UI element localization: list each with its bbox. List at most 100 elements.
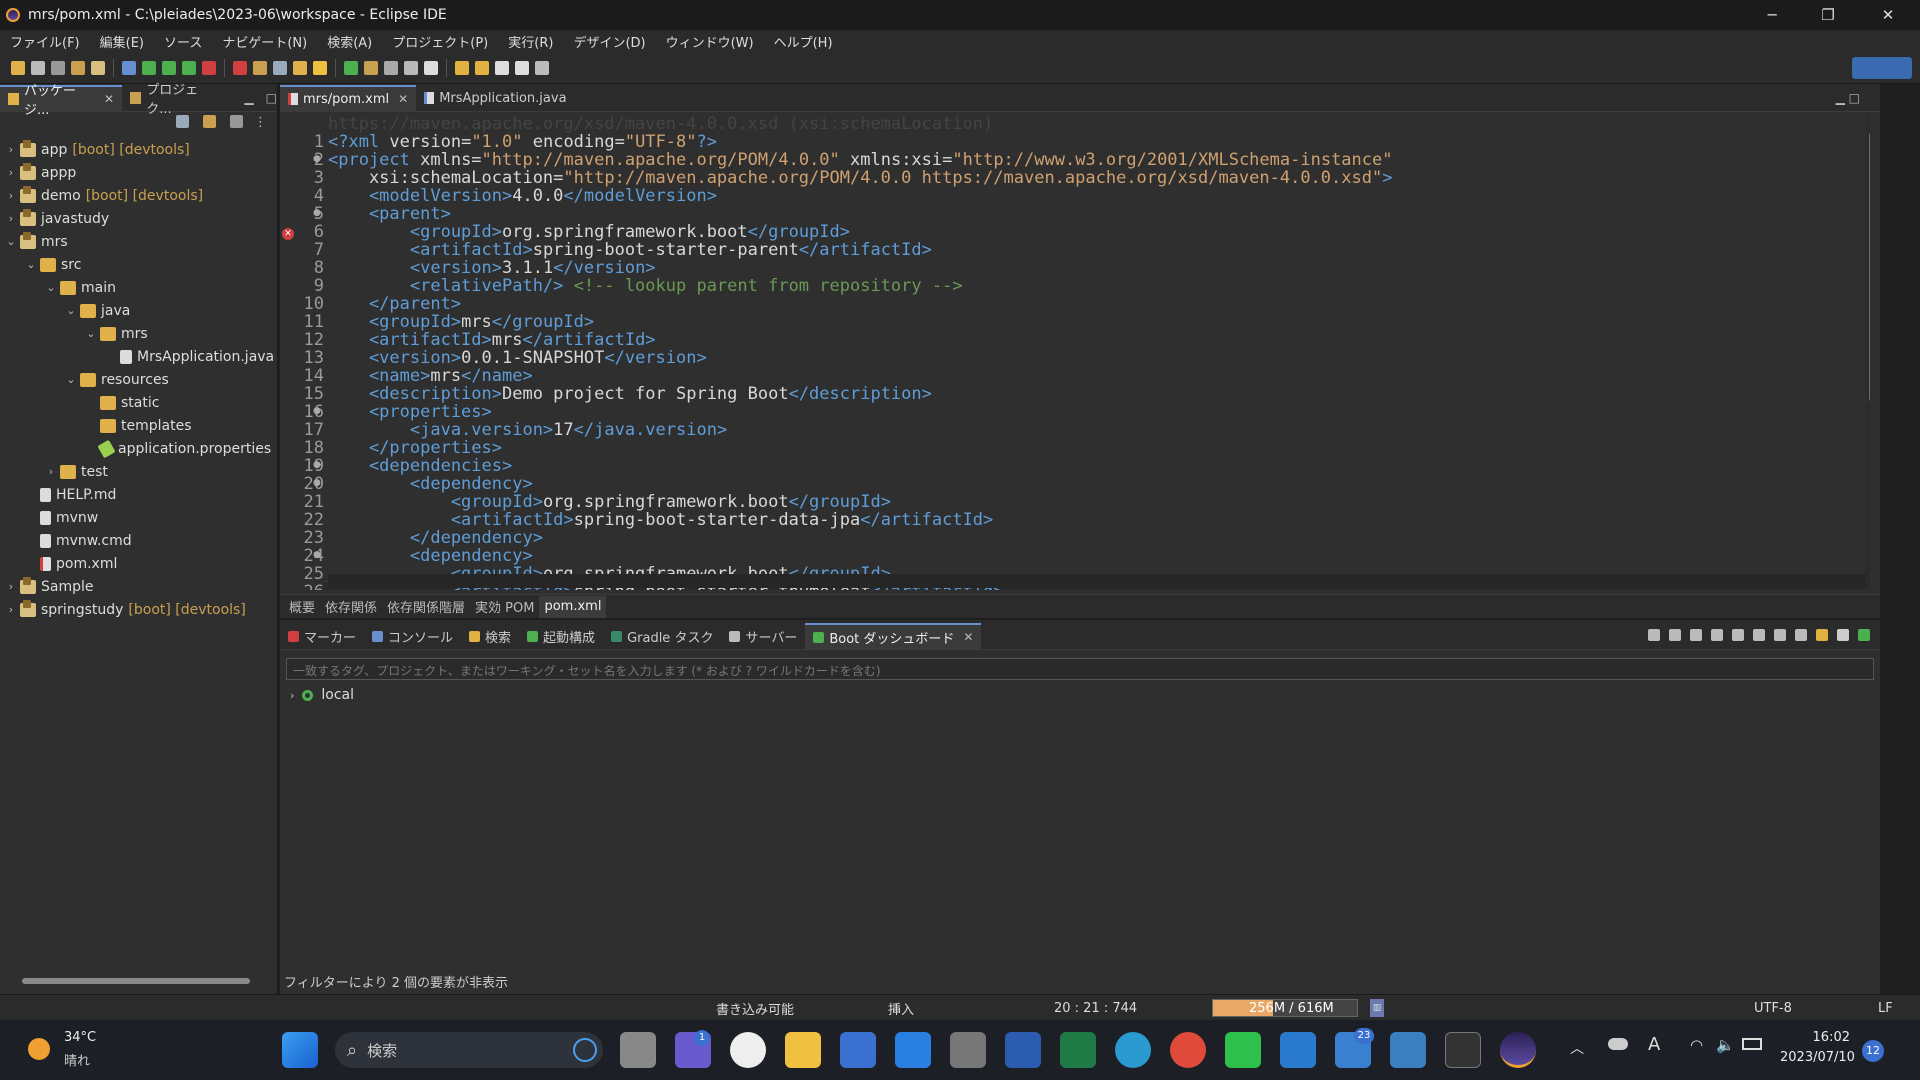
tree-item[interactable]: › demo [boot] [devtools] bbox=[0, 184, 277, 207]
tree-item[interactable]: ⌄ mrs bbox=[0, 322, 277, 345]
fold-marker-icon[interactable]: ● bbox=[313, 478, 321, 488]
line-icon[interactable] bbox=[1225, 1032, 1261, 1068]
battery-icon[interactable] bbox=[1742, 1038, 1762, 1050]
dashboard-tool-icon[interactable] bbox=[1816, 628, 1828, 641]
clock-date[interactable]: 2023/07/10 bbox=[1780, 1050, 1855, 1065]
vertical-scrollbar[interactable] bbox=[1866, 112, 1870, 590]
tree-item[interactable]: ⌄ main bbox=[0, 276, 277, 299]
chevron-right-icon[interactable]: › bbox=[290, 689, 294, 702]
tree-item[interactable]: ⌄ src bbox=[0, 253, 277, 276]
pom-tab[interactable]: 概要 bbox=[284, 596, 320, 618]
tree-item[interactable]: ⌄ mrs bbox=[0, 230, 277, 253]
tree-item[interactable]: ⌄ java bbox=[0, 299, 277, 322]
fold-marker-icon[interactable]: ● bbox=[313, 208, 321, 218]
tab-package-explorer[interactable]: パッケージ... ✕ bbox=[0, 84, 123, 118]
tree-item[interactable]: application.properties bbox=[0, 437, 277, 460]
editor-tab[interactable]: mrs/pom.xml ✕ bbox=[280, 85, 417, 111]
toolbar-button-icon[interactable] bbox=[404, 60, 418, 75]
toolbar-button-icon[interactable] bbox=[535, 60, 549, 75]
perspective-java-button[interactable] bbox=[1852, 56, 1912, 79]
tree-item[interactable]: ⌄ resources bbox=[0, 368, 277, 391]
mail-icon[interactable] bbox=[895, 1032, 931, 1068]
maximize-view-icon[interactable]: □ bbox=[266, 91, 277, 105]
close-icon[interactable]: ✕ bbox=[104, 92, 114, 106]
toolbar-button-icon[interactable] bbox=[515, 60, 529, 75]
toolbar-button-icon[interactable] bbox=[202, 60, 216, 75]
toolbar-button-icon[interactable] bbox=[51, 60, 65, 75]
fold-marker-icon[interactable]: ● bbox=[313, 550, 321, 560]
close-icon[interactable]: ✕ bbox=[963, 630, 973, 644]
toolbar-button-icon[interactable] bbox=[273, 60, 287, 75]
code-editor[interactable]: https://maven.apache.org/xsd/maven-4.0.0… bbox=[280, 112, 1870, 590]
toolbar-button-icon[interactable] bbox=[71, 60, 85, 75]
chrome-icon[interactable] bbox=[1170, 1032, 1206, 1068]
menu-item-6[interactable]: 実行(R) bbox=[500, 32, 565, 51]
task-view-icon[interactable] bbox=[620, 1032, 656, 1068]
horizontal-scrollbar[interactable] bbox=[22, 978, 250, 984]
toolbar-button-icon[interactable] bbox=[293, 60, 307, 75]
toolbar-button-icon[interactable] bbox=[364, 60, 378, 75]
chevron-down-icon[interactable]: ⌄ bbox=[64, 304, 78, 317]
toolbar-button-icon[interactable] bbox=[344, 60, 358, 75]
toolbar-button-icon[interactable] bbox=[233, 60, 247, 75]
tree-item[interactable]: › appp bbox=[0, 161, 277, 184]
editor-tab[interactable]: MrsApplication.java bbox=[416, 85, 574, 111]
clock-time[interactable]: 16:02 bbox=[1790, 1030, 1850, 1045]
heap-status[interactable]: 256M / 616M bbox=[1212, 999, 1358, 1017]
dashboard-tool-icon[interactable] bbox=[1858, 628, 1870, 641]
tab-project-explorer[interactable]: プロジェク... bbox=[122, 83, 226, 117]
menu-item-3[interactable]: ナビゲート(N) bbox=[214, 32, 319, 51]
filter-icon[interactable] bbox=[230, 115, 243, 128]
bottom-tab[interactable]: コンソール bbox=[364, 623, 461, 649]
toolbar-button-icon[interactable] bbox=[31, 60, 45, 75]
chevron-right-icon[interactable]: › bbox=[44, 465, 58, 478]
tree-item[interactable]: › javastudy bbox=[0, 207, 277, 230]
chevron-right-icon[interactable]: › bbox=[4, 166, 18, 179]
terminal-icon[interactable] bbox=[1445, 1032, 1481, 1068]
bottom-tab[interactable]: サーバー bbox=[721, 623, 805, 649]
close-button[interactable]: ✕ bbox=[1860, 0, 1916, 30]
bottom-tab[interactable]: 検索 bbox=[461, 623, 519, 649]
chevron-right-icon[interactable]: › bbox=[4, 580, 18, 593]
chevron-down-icon[interactable]: ⌄ bbox=[24, 258, 38, 271]
menu-item-7[interactable]: デザイン(D) bbox=[565, 32, 657, 51]
bottom-tab[interactable]: マーカー bbox=[280, 623, 364, 649]
dashboard-tool-icon[interactable] bbox=[1648, 628, 1660, 641]
toolbar-button-icon[interactable] bbox=[384, 60, 398, 75]
tree-item[interactable]: › springstudy [boot] [devtools] bbox=[0, 598, 277, 621]
chevron-down-icon[interactable]: ⌄ bbox=[44, 281, 58, 294]
toolbar-button-icon[interactable] bbox=[475, 60, 489, 75]
toolbar-button-icon[interactable] bbox=[424, 60, 438, 75]
chevron-up-icon[interactable]: ︿ bbox=[1570, 1038, 1584, 1058]
toolbar-button-icon[interactable] bbox=[182, 60, 196, 75]
dashboard-tool-icon[interactable] bbox=[1837, 628, 1849, 641]
pom-tab[interactable]: 依存関係 bbox=[320, 596, 382, 618]
dashboard-tool-icon[interactable] bbox=[1795, 628, 1807, 641]
menu-item-8[interactable]: ウィンドウ(W) bbox=[658, 32, 766, 51]
tree-item[interactable]: mvnw bbox=[0, 506, 277, 529]
dashboard-tool-icon[interactable] bbox=[1732, 628, 1744, 641]
horizontal-scrollbar[interactable] bbox=[328, 574, 1866, 588]
weather-temp[interactable]: 34°C bbox=[64, 1030, 96, 1045]
chevron-down-icon[interactable]: ⌄ bbox=[64, 373, 78, 386]
toolbar-button-icon[interactable] bbox=[91, 60, 105, 75]
tree-item[interactable]: pom.xml bbox=[0, 552, 277, 575]
fold-marker-icon[interactable]: ● bbox=[313, 460, 321, 470]
chevron-right-icon[interactable]: › bbox=[4, 603, 18, 616]
toolbar-button-icon[interactable] bbox=[162, 60, 176, 75]
pom-tab[interactable]: 実効 POM bbox=[470, 596, 539, 618]
tree-item[interactable]: static bbox=[0, 391, 277, 414]
pom-tab[interactable]: 依存関係階層 bbox=[382, 596, 470, 618]
tree-item[interactable]: › Sample bbox=[0, 575, 277, 598]
editor-window-controls[interactable]: ▁ □ bbox=[1836, 91, 1860, 105]
eclipse-taskbar-icon[interactable] bbox=[1500, 1032, 1536, 1068]
minimize-button[interactable]: ─ bbox=[1744, 0, 1800, 30]
pom-tab[interactable]: pom.xml bbox=[539, 595, 607, 618]
menu-item-2[interactable]: ソース bbox=[156, 32, 214, 51]
excel-icon[interactable] bbox=[1060, 1032, 1096, 1068]
taskbar-search[interactable]: ⌕ 検索 bbox=[335, 1032, 603, 1068]
toolbar-button-icon[interactable] bbox=[253, 60, 267, 75]
onedrive-icon[interactable] bbox=[1608, 1038, 1628, 1050]
edge-icon[interactable] bbox=[1115, 1032, 1151, 1068]
tree-item-local[interactable]: › local bbox=[290, 684, 354, 706]
